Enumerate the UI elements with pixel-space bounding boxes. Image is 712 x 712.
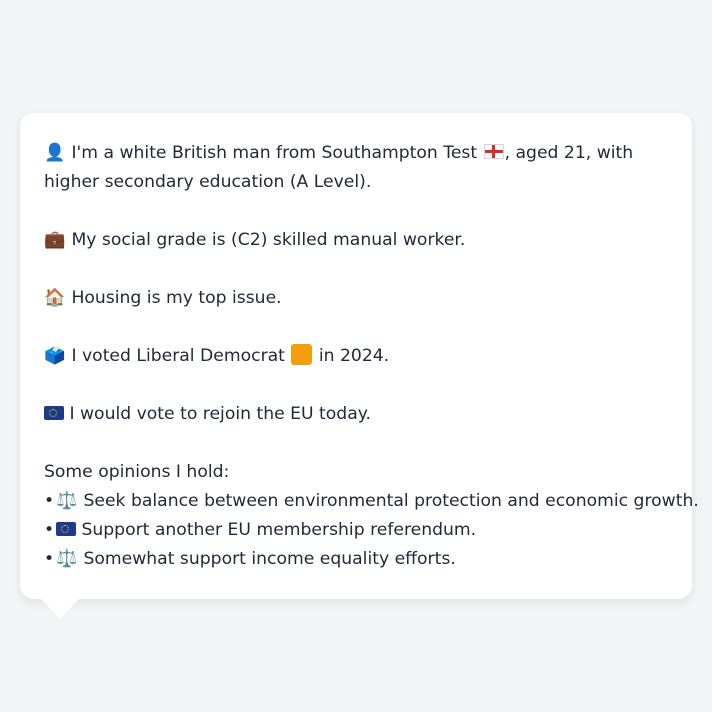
- vote-text-start: I voted Liberal Democrat: [71, 346, 285, 366]
- bullet: •: [44, 520, 55, 540]
- scales-icon: ⚖️: [56, 549, 78, 569]
- opinion-item: • ⚖️ Seek balance between environmental p…: [44, 487, 699, 516]
- vote-line: 🗳️ I voted Liberal Democrat in 2024.: [44, 342, 668, 371]
- scales-icon: ⚖️: [56, 491, 78, 511]
- england-flag-icon: [483, 144, 504, 159]
- persona-message-bubble: 👤 I'm a white British man from Southampt…: [20, 113, 699, 599]
- intro-line: 👤 I'm a white British man from Southampt…: [44, 139, 668, 197]
- opinion-item: • Support another EU membership referend…: [44, 516, 668, 545]
- opinion-item: • ⚖️ Somewhat support income equality eff…: [44, 545, 668, 574]
- eu-line: I would vote to rejoin the EU today.: [44, 400, 668, 429]
- eu-text: I would vote to rejoin the EU today.: [69, 404, 371, 424]
- party-color-square-icon: [291, 344, 313, 365]
- vote-text-end: in 2024.: [318, 346, 390, 366]
- opinions-heading: Some opinions I hold:: [44, 462, 230, 482]
- opinion-text: Seek balance between environmental prote…: [83, 491, 699, 511]
- intro-text-start: I'm a white British man from Southampton…: [71, 143, 478, 163]
- person-icon: 👤: [44, 143, 66, 163]
- housing-line: 🏠 Housing is my top issue.: [44, 284, 668, 313]
- bubble-tail: [40, 598, 80, 619]
- social-grade-text: My social grade is (C2) skilled manual w…: [71, 230, 466, 250]
- bullet: •: [44, 549, 55, 569]
- bullet: •: [44, 491, 55, 511]
- opinion-text: Somewhat support income equality efforts…: [83, 549, 456, 569]
- eu-flag-icon: [44, 406, 64, 420]
- ballot-box-icon: 🗳️: [44, 346, 66, 366]
- house-icon: 🏠: [44, 288, 66, 308]
- housing-text: Housing is my top issue.: [71, 288, 282, 308]
- briefcase-icon: 💼: [44, 230, 66, 250]
- social-grade-line: 💼 My social grade is (C2) skilled manual…: [44, 226, 668, 255]
- eu-flag-icon: [56, 522, 76, 536]
- opinion-text: Support another EU membership referendum…: [81, 520, 477, 540]
